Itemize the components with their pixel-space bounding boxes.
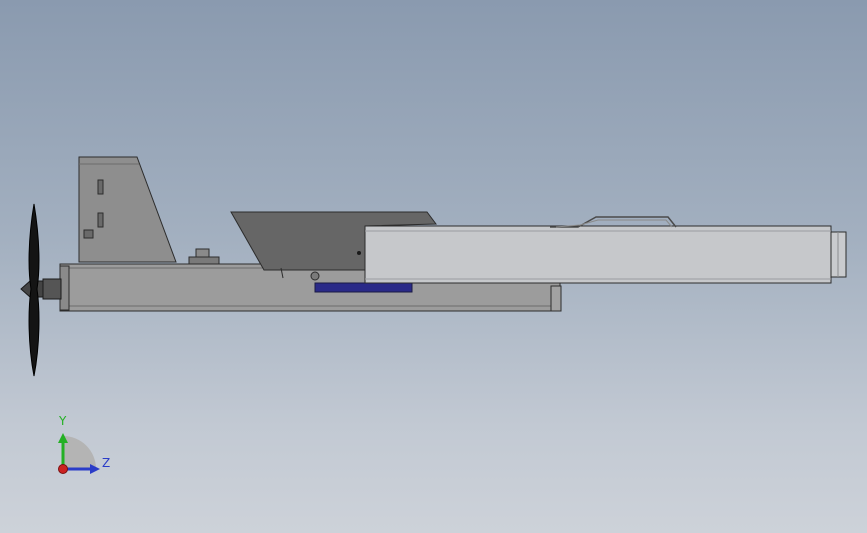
fin-slot: [97, 179, 104, 195]
model-view[interactable]: [0, 0, 867, 533]
z-axis-label: Z: [102, 456, 111, 470]
graphics-viewport[interactable]: Y Z: [0, 0, 867, 533]
fin-slot: [83, 229, 94, 239]
mount-knob[interactable]: [195, 248, 210, 258]
fuselage-tail-cap[interactable]: [550, 285, 562, 312]
axis-triad: Y Z: [40, 405, 130, 485]
battery-pack[interactable]: [314, 282, 413, 293]
triad-graphic: [58, 433, 100, 474]
wing-panel[interactable]: [364, 225, 832, 284]
propeller-blade[interactable]: [28, 203, 40, 377]
mount-knob-base[interactable]: [188, 256, 220, 265]
spinner-mount[interactable]: [42, 278, 62, 300]
y-axis-label: Y: [59, 414, 67, 428]
triad-origin: [58, 464, 68, 474]
pin-dot: [357, 251, 361, 255]
triad-plane-arc: [63, 436, 96, 469]
vertical-fin[interactable]: [78, 156, 177, 263]
fin-slot: [97, 212, 104, 228]
hinge-pin[interactable]: [310, 271, 320, 281]
